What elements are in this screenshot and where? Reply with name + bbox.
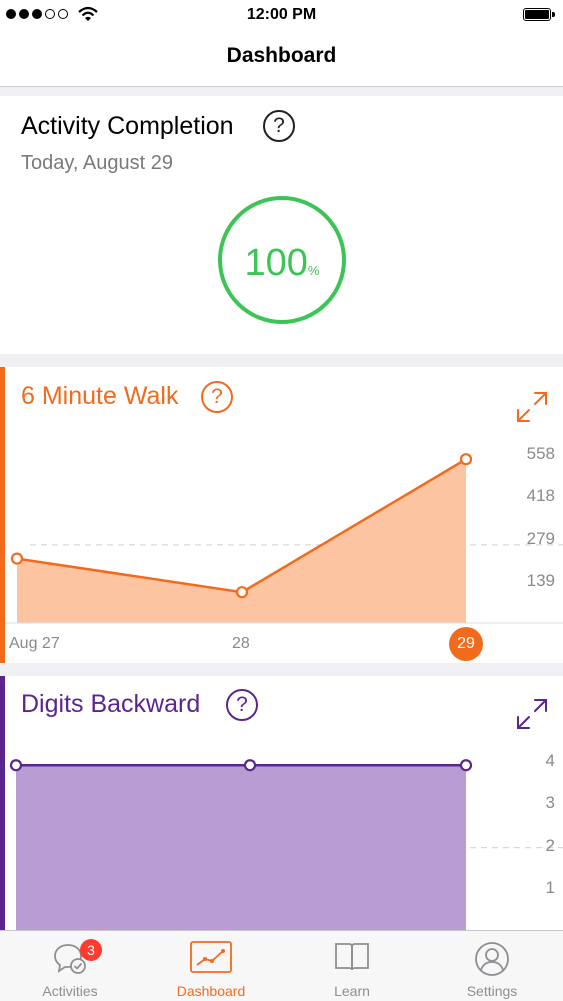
status-time: 12:00 PM: [246, 6, 317, 23]
navigation-bar: Dashboard: [0, 30, 563, 87]
activity-completion-help-button[interactable]: ?: [263, 110, 295, 142]
walk-y-tick: 279: [526, 529, 555, 548]
completion-percent: 100%: [244, 242, 320, 284]
walk-x-tick: 28: [232, 635, 250, 652]
tab-label: Dashboard: [176, 983, 246, 999]
walk-y-tick: 139: [526, 571, 555, 590]
chart-point: [459, 759, 473, 772]
digits-chart: [9, 759, 563, 930]
tab-activities[interactable]: 3 Activities: [0, 931, 140, 1001]
chart-point: [9, 759, 23, 772]
activities-badge: 3: [80, 939, 102, 961]
activity-completion-date: Today, August 29: [21, 152, 173, 174]
digits-backward-card: Digits Backward ? 4 3 2 1: [0, 676, 563, 930]
book-icon: [335, 943, 369, 971]
tab-learn[interactable]: Learn: [282, 931, 422, 1001]
six-minute-walk-card: 6 Minute Walk ? 558 418 279 139 Aug 27 2…: [0, 367, 563, 663]
chart-point: [243, 759, 257, 772]
completion-ring: 100%: [218, 196, 346, 324]
chart-point: [10, 552, 24, 565]
page-title: Dashboard: [226, 44, 337, 67]
activity-completion-card: Activity Completion ? Today, August 29 1…: [0, 96, 563, 354]
digits-y-tick: 4: [545, 751, 555, 770]
tab-settings[interactable]: Settings: [422, 931, 562, 1001]
walk-x-tick: Aug 27: [9, 635, 60, 652]
activity-completion-title: Activity Completion: [21, 112, 234, 140]
chart-area-fill: [17, 459, 466, 623]
walk-x-tick-selected[interactable]: 29: [449, 627, 483, 661]
digits-y-tick: 1: [545, 878, 555, 897]
status-bar: 12:00 PM: [0, 0, 563, 30]
digits-y-tick: 2: [545, 836, 555, 855]
tab-bar: 3 Activities Dashboard Learn Settings: [0, 930, 563, 1001]
chart-icon: [190, 941, 232, 973]
tab-label: Settings: [466, 983, 518, 999]
chart-point: [235, 586, 249, 599]
battery-icon: [523, 8, 555, 21]
chart-point: [459, 453, 473, 466]
tab-label: Learn: [334, 983, 370, 999]
person-icon: [475, 942, 509, 976]
digits-y-tick: 3: [545, 793, 555, 812]
tab-dashboard[interactable]: Dashboard: [141, 931, 281, 1001]
walk-y-tick: 558: [526, 444, 555, 463]
chart-area-fill: [16, 765, 466, 930]
walk-y-tick: 418: [526, 486, 555, 505]
tab-label: Activities: [42, 983, 98, 999]
walk-chart: [5, 453, 563, 624]
